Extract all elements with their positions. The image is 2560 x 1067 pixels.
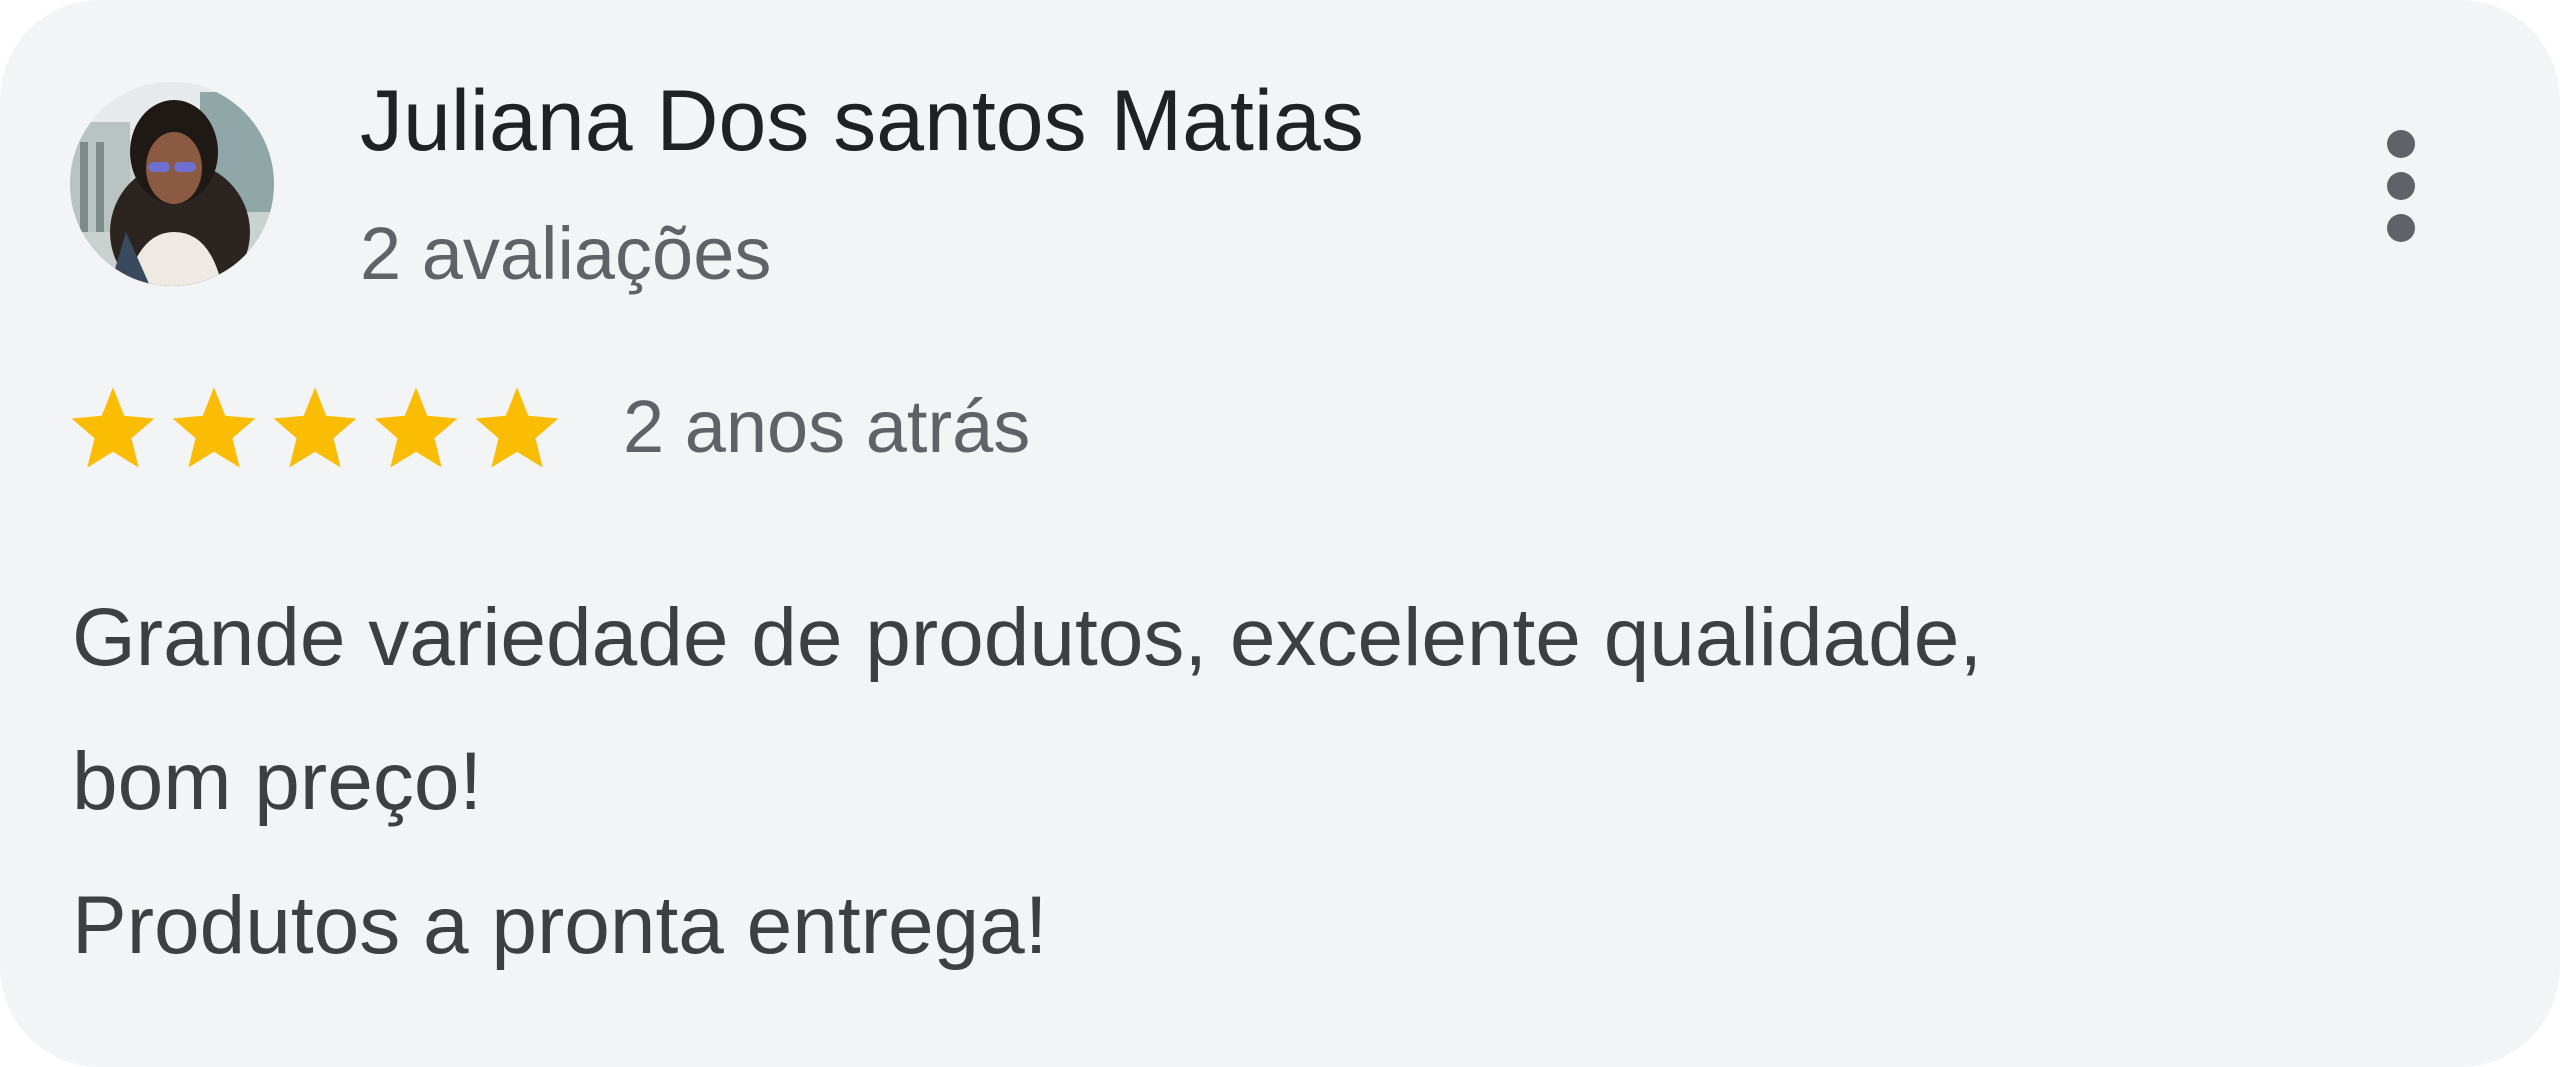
review-text-line: bom preço!	[72, 736, 483, 827]
rating-row: 2 anos atrás	[68, 372, 1030, 482]
review-timestamp: 2 anos atrás	[623, 385, 1031, 468]
star-filled-icon	[472, 382, 562, 472]
star-rating	[68, 382, 573, 472]
star-filled-icon	[270, 382, 360, 472]
star-filled-icon	[371, 382, 461, 472]
star-filled-icon	[68, 382, 158, 472]
review-card: Juliana Dos santos Matias 2 avaliações 2…	[0, 0, 2560, 1067]
review-text-line: Grande variedade de produtos, excelente …	[72, 592, 1983, 683]
review-text-line: Produtos a pronta entrega!	[72, 880, 1048, 971]
star-filled-icon	[169, 382, 259, 472]
more-vert-icon	[2387, 130, 2415, 242]
more-options-button[interactable]	[2366, 112, 2436, 258]
author-review-count: 2 avaliações	[360, 212, 772, 295]
avatar[interactable]	[70, 82, 274, 286]
review-text: Grande variedade de produtos, excelente …	[72, 566, 2492, 998]
author-name[interactable]: Juliana Dos santos Matias	[360, 66, 1364, 176]
avatar-image	[70, 82, 274, 286]
